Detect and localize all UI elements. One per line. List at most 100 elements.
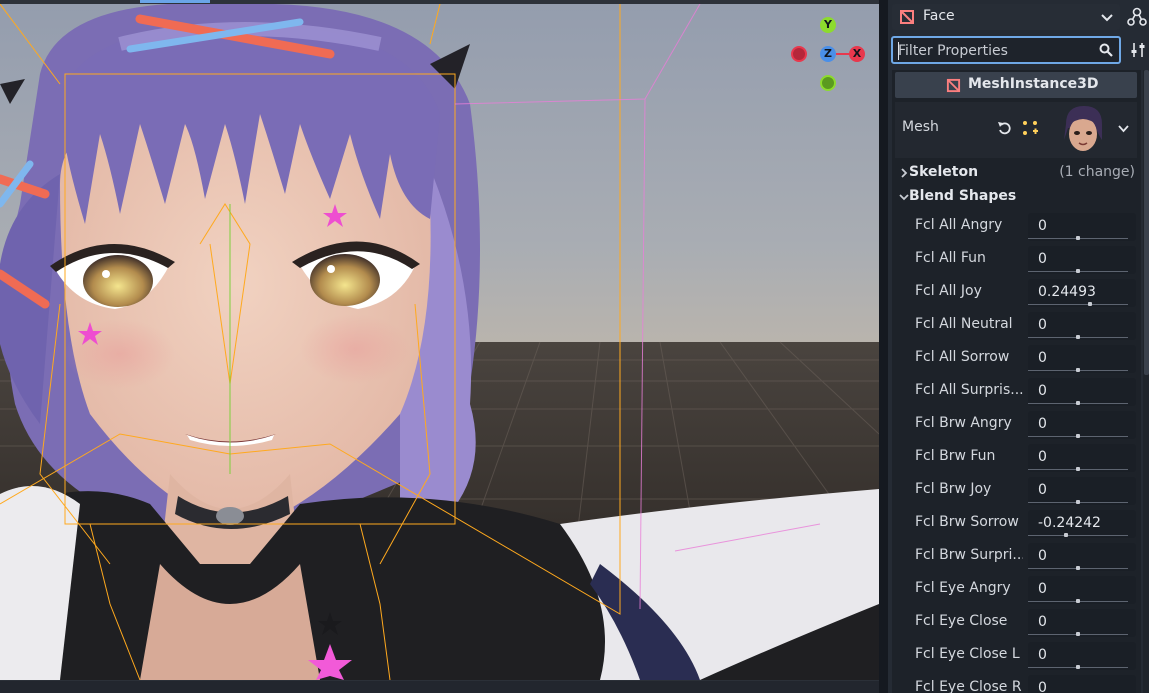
blend-shape-value-slider[interactable]: 0.24493	[1028, 279, 1136, 307]
gizmo-x-label: X	[852, 47, 862, 60]
slider-grabber[interactable]	[1076, 566, 1080, 570]
slider-grabber[interactable]	[1063, 533, 1068, 537]
viewport-bottom-strip	[0, 680, 879, 693]
filter-properties-field[interactable]	[891, 36, 1121, 64]
gizmo-y-label: Y	[824, 18, 832, 31]
slider-track	[1028, 304, 1128, 305]
mesh-preview-thumbnail[interactable]	[1058, 104, 1106, 156]
slider-track	[1028, 535, 1128, 536]
node-name: Face	[923, 8, 955, 24]
section-title: Skeleton	[909, 164, 979, 180]
blend-shape-row: Fcl Brw Surpri... 0	[895, 541, 1137, 572]
blend-shape-value: 0	[1038, 350, 1047, 366]
panel-splitter[interactable]	[879, 0, 888, 693]
viewport-tab-accent	[140, 0, 210, 3]
gizmo-neg-x-axis[interactable]	[791, 46, 807, 62]
blend-shape-row: Fcl All Sorrow 0	[895, 343, 1137, 374]
blend-shape-value: 0	[1038, 680, 1047, 693]
blend-shape-name: Fcl Eye Angry	[915, 580, 1011, 596]
filter-properties-input[interactable]	[898, 41, 1088, 61]
slider-grabber[interactable]	[1088, 302, 1093, 306]
blend-shape-name: Fcl All Sorrow	[915, 349, 1010, 365]
blend-shape-name: Fcl Eye Close L	[915, 646, 1020, 662]
blend-shape-value-slider[interactable]: -0.24242	[1028, 510, 1136, 538]
blend-shape-value-slider[interactable]: 0	[1028, 642, 1136, 670]
blend-shape-row: Fcl Brw Angry 0	[895, 409, 1137, 440]
slider-grabber[interactable]	[1076, 335, 1080, 339]
slider-grabber[interactable]	[1076, 599, 1080, 603]
blend-shape-value: 0	[1038, 218, 1047, 234]
blend-shape-row: Fcl Eye Angry 0	[895, 574, 1137, 605]
blend-shape-name: Fcl Brw Fun	[915, 448, 996, 464]
inspector-property-list[interactable]: MeshInstance3D Mesh Skeleton (1 change) …	[892, 70, 1141, 693]
mesh-label: Mesh	[902, 119, 939, 135]
chevron-right-icon	[901, 168, 908, 178]
blend-shape-row: Fcl Brw Fun 0	[895, 442, 1137, 473]
gizmo-neg-y-axis[interactable]	[820, 75, 836, 91]
blend-shape-value: 0	[1038, 614, 1047, 630]
slider-grabber[interactable]	[1076, 632, 1080, 636]
revert-icon[interactable]	[997, 120, 1013, 136]
blend-shape-value-slider[interactable]: 0	[1028, 411, 1136, 439]
blend-shape-row: Fcl All Fun 0	[895, 244, 1137, 275]
slider-grabber[interactable]	[1076, 500, 1080, 504]
chevron-down-icon[interactable]	[1117, 122, 1130, 135]
blend-shape-name: Fcl All Surpris...	[915, 382, 1023, 398]
blend-shape-value: 0	[1038, 383, 1047, 399]
blend-shape-value-slider[interactable]: 0	[1028, 378, 1136, 406]
blend-shape-value-slider[interactable]: 0	[1028, 246, 1136, 274]
blend-shape-row: Fcl Eye Close R 0	[895, 673, 1137, 693]
blend-shape-row: Fcl Eye Close L 0	[895, 640, 1137, 671]
blend-shape-value: 0	[1038, 416, 1047, 432]
blend-shape-name: Fcl All Neutral	[915, 316, 1013, 332]
slider-grabber[interactable]	[1076, 434, 1080, 438]
blend-shape-value: 0	[1038, 548, 1047, 564]
blend-shape-value-slider[interactable]: 0	[1028, 345, 1136, 373]
blend-shape-name: Fcl Brw Surpri...	[915, 547, 1023, 563]
blend-shape-value-slider[interactable]: 0	[1028, 576, 1136, 604]
section-skeleton[interactable]: Skeleton (1 change)	[895, 162, 1137, 184]
slider-grabber[interactable]	[1076, 269, 1080, 273]
tools-icon[interactable]	[1129, 41, 1147, 59]
blend-shape-value: 0	[1038, 317, 1047, 333]
blend-shape-name: Fcl Eye Close R	[915, 679, 1022, 693]
class-name: MeshInstance3D	[968, 76, 1099, 92]
blend-shape-name: Fcl All Joy	[915, 283, 982, 299]
text-caret	[898, 42, 899, 60]
mesh-property[interactable]: Mesh	[895, 102, 1137, 158]
section-blend-shapes[interactable]: Blend Shapes	[895, 186, 1137, 208]
blend-shape-value-slider[interactable]: 0	[1028, 477, 1136, 505]
blend-shape-value: 0	[1038, 647, 1047, 663]
scrollbar-thumb[interactable]	[1144, 70, 1149, 375]
blend-shape-value-slider[interactable]: 0	[1028, 675, 1136, 693]
3d-viewport[interactable]: Y Z X	[0, 0, 879, 693]
slider-grabber[interactable]	[1076, 467, 1080, 471]
history-icon[interactable]	[1126, 6, 1148, 28]
blend-shape-row: Fcl Brw Joy 0	[895, 475, 1137, 506]
section-title: Blend Shapes	[909, 188, 1017, 204]
new-resource-icon[interactable]	[1022, 120, 1038, 136]
blend-shape-name: Fcl Brw Sorrow	[915, 514, 1019, 530]
blend-shape-name: Fcl Eye Close	[915, 613, 1008, 629]
slider-grabber[interactable]	[1076, 401, 1080, 405]
slider-grabber[interactable]	[1076, 368, 1080, 372]
blend-shape-value: 0	[1038, 251, 1047, 267]
blend-shape-value: 0	[1038, 449, 1047, 465]
chevron-down-icon	[1101, 14, 1113, 22]
slider-grabber[interactable]	[1076, 665, 1080, 669]
blend-shape-value-slider[interactable]: 0	[1028, 312, 1136, 340]
blend-shape-name: Fcl All Fun	[915, 250, 986, 266]
slider-grabber[interactable]	[1076, 236, 1080, 240]
blend-shape-value-slider[interactable]: 0	[1028, 444, 1136, 472]
blend-shape-row: Fcl All Angry 0	[895, 211, 1137, 242]
blend-shape-row: Fcl All Joy 0.24493	[895, 277, 1137, 308]
viewport-scene[interactable]	[0, 4, 879, 680]
blend-shape-value-slider[interactable]: 0	[1028, 543, 1136, 571]
blend-shape-name: Fcl All Angry	[915, 217, 1003, 233]
blend-shape-value-slider[interactable]: 0	[1028, 213, 1136, 241]
node-selector[interactable]: Face	[892, 4, 1120, 30]
gizmo-z-label: Z	[824, 47, 832, 60]
blend-shape-value-slider[interactable]: 0	[1028, 609, 1136, 637]
class-header[interactable]: MeshInstance3D	[895, 72, 1137, 98]
blend-shape-value: -0.24242	[1038, 515, 1101, 531]
